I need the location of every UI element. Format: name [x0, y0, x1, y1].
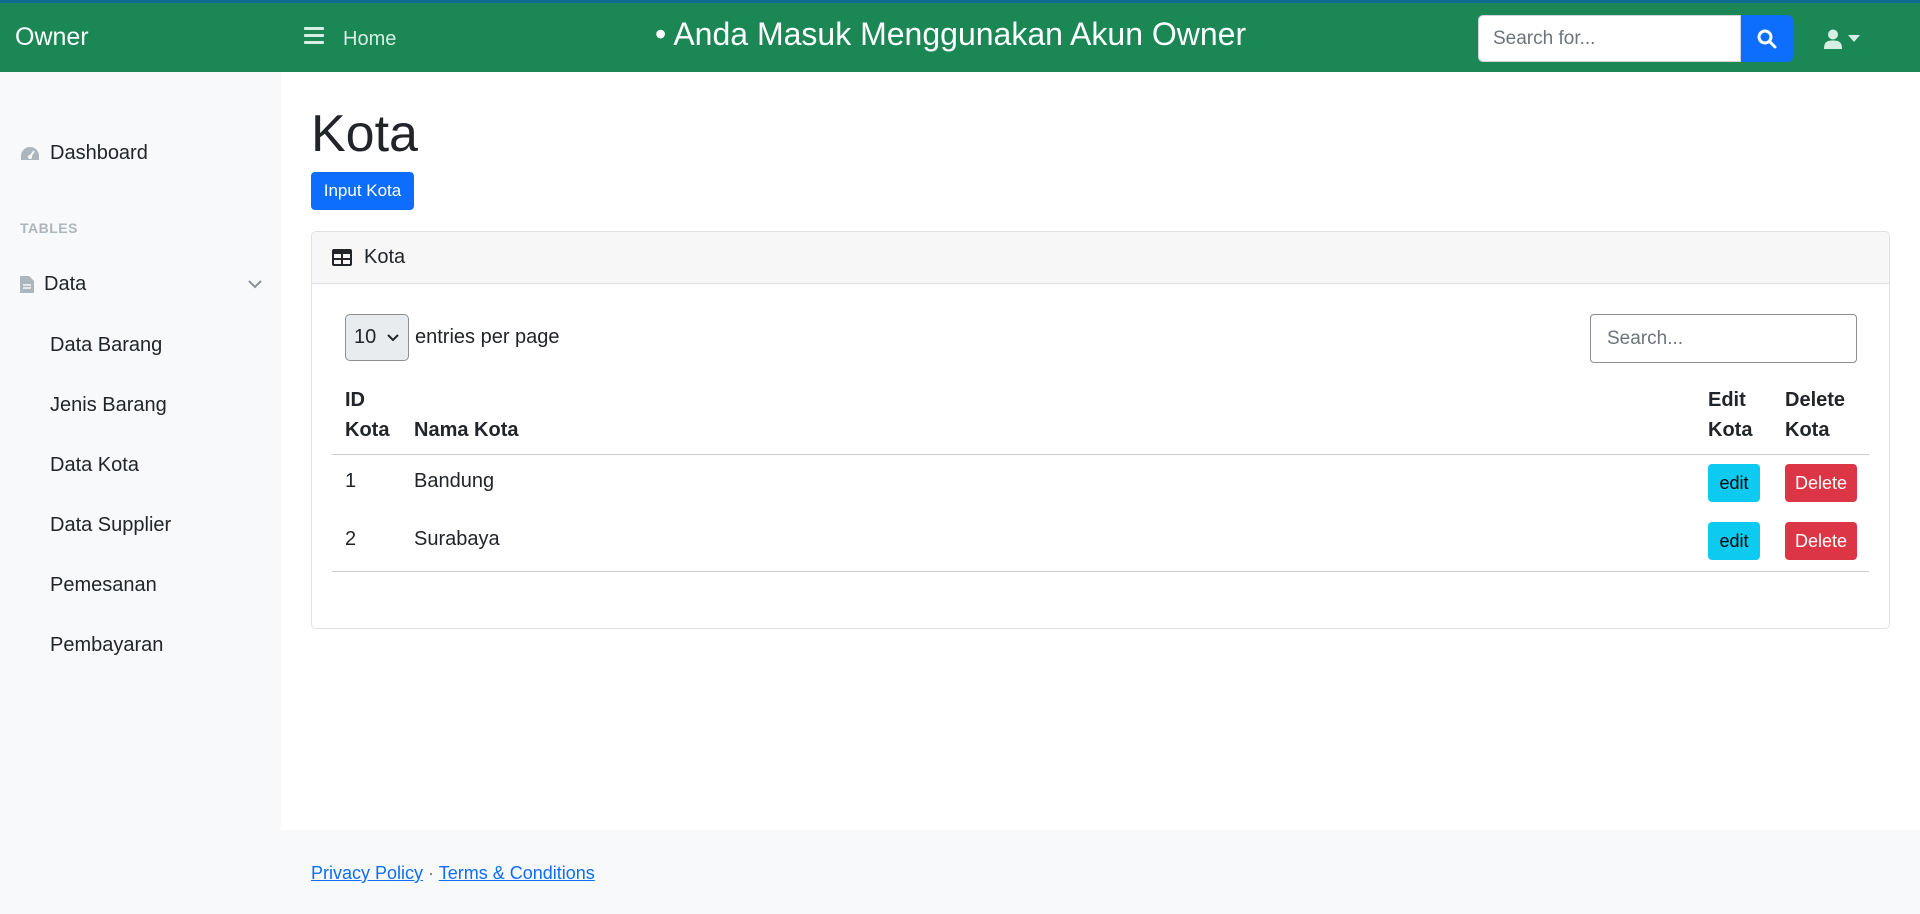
tachometer-icon: [21, 146, 39, 160]
selected-value: 10: [354, 326, 377, 348]
chevron-down-icon: [248, 280, 262, 289]
navbar-search-button[interactable]: [1741, 15, 1793, 62]
header-divider: [332, 454, 1869, 455]
sidebar-item-pemesanan[interactable]: Pemesanan: [50, 574, 157, 597]
chevron-down-icon: [387, 333, 399, 341]
column-header-id[interactable]: ID Kota: [345, 385, 389, 445]
search-icon: [1757, 29, 1777, 48]
sidebar-item-data-barang[interactable]: Data Barang: [50, 334, 162, 357]
sidebar-item-data-supplier[interactable]: Data Supplier: [50, 514, 171, 537]
table-icon: [332, 249, 352, 266]
footer-separator: ·: [428, 863, 435, 883]
sidebar-item-pembayaran[interactable]: Pembayaran: [50, 634, 163, 657]
delete-button[interactable]: Delete: [1785, 522, 1857, 560]
sidebar-item-label: Dashboard: [50, 142, 148, 164]
entries-per-page-label: entries per page: [415, 326, 560, 348]
sidebar-item-data-kota[interactable]: Data Kota: [50, 454, 139, 477]
page-title: Kota: [311, 105, 418, 163]
sidebar-toggle-icon[interactable]: [304, 27, 324, 47]
user-icon: [1824, 29, 1842, 49]
edit-button[interactable]: edit: [1708, 522, 1760, 560]
input-kota-button[interactable]: Input Kota: [311, 172, 414, 210]
table-search-input[interactable]: [1590, 314, 1857, 363]
terms-conditions-link[interactable]: Terms & Conditions: [439, 863, 595, 883]
navbar-search-input[interactable]: [1478, 15, 1741, 62]
top-navbar: Owner Home • Anda Masuk Menggunakan Akun…: [0, 0, 1920, 72]
home-link[interactable]: Home: [343, 28, 396, 51]
footer-links: Privacy Policy · Terms & Conditions: [311, 863, 595, 884]
footer: Privacy Policy · Terms & Conditions: [281, 830, 1920, 914]
file-icon: [20, 276, 34, 293]
delete-button[interactable]: Delete: [1785, 464, 1857, 502]
column-header-nama-kota[interactable]: Nama Kota: [414, 415, 518, 445]
card-header: Kota: [312, 232, 1889, 284]
table-bottom-divider: [332, 571, 1869, 572]
sidebar-item-label: Data: [44, 273, 87, 295]
edit-button[interactable]: edit: [1708, 464, 1760, 502]
welcome-message: • Anda Masuk Menggunakan Akun Owner: [655, 16, 1247, 52]
column-header-delete[interactable]: Delete Kota: [1785, 385, 1845, 445]
caret-down-icon: [1848, 35, 1860, 42]
privacy-policy-link[interactable]: Privacy Policy: [311, 863, 423, 883]
cell-nama-kota: Bandung: [414, 470, 495, 492]
user-menu[interactable]: [1824, 29, 1860, 49]
cell-nama-kota: Surabaya: [414, 528, 500, 550]
sidebar: Dashboard TABLES Data Data Barang Jenis …: [0, 72, 281, 914]
cell-id: 2: [345, 528, 357, 550]
card-title: Kota: [364, 246, 406, 268]
cell-id: 1: [345, 470, 357, 492]
sidebar-item-data[interactable]: Data: [0, 273, 281, 296]
column-header-edit[interactable]: Edit Kota: [1708, 385, 1752, 445]
sidebar-item-jenis-barang[interactable]: Jenis Barang: [50, 394, 167, 417]
kota-table-card: Kota 10 entries per page IDKota Nama Kot…: [311, 231, 1890, 629]
brand-title[interactable]: Owner: [15, 23, 89, 52]
entries-per-page-select[interactable]: 10: [345, 314, 409, 361]
sidebar-item-dashboard[interactable]: Dashboard: [0, 142, 281, 165]
sidebar-heading: TABLES: [20, 220, 78, 236]
